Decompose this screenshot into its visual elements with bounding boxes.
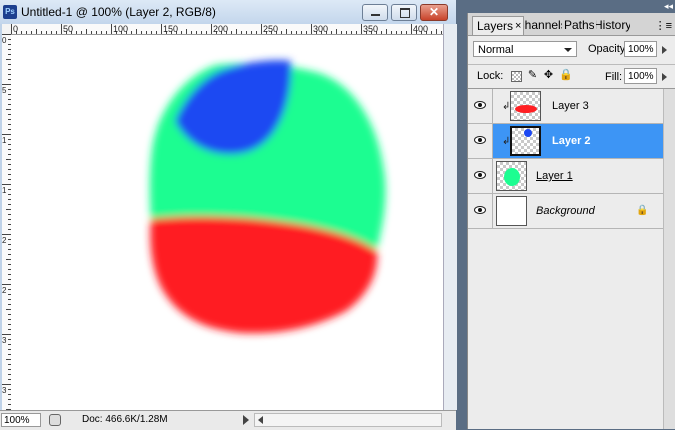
- document-title: Untitled-1 @ 100% (Layer 2, RGB/8): [21, 5, 216, 19]
- divider: [468, 64, 675, 65]
- ruler-label: 150: [163, 24, 178, 34]
- visibility-toggle[interactable]: [468, 159, 493, 193]
- layer-row-layer-2[interactable]: ↲ Layer 2: [468, 124, 663, 159]
- blend-mode-select[interactable]: Normal: [473, 41, 577, 57]
- ruler-label: 0: [2, 36, 7, 45]
- lock-icon: 🔒: [636, 205, 649, 216]
- tab-close-icon[interactable]: ×: [515, 17, 521, 35]
- ruler-label: 0: [13, 24, 18, 34]
- layer-name[interactable]: Background: [536, 205, 595, 217]
- ruler-label: 2: [2, 236, 7, 245]
- layer-name[interactable]: Layer 1: [536, 170, 573, 182]
- ruler-label: 1: [2, 136, 7, 145]
- ruler-label: 50: [63, 24, 73, 34]
- layer-3-thumbnail-art: [515, 105, 537, 113]
- panel-tab-strip: Layers × Channels Paths History ⋮≡: [468, 13, 675, 36]
- layer-thumbnail[interactable]: [496, 161, 527, 191]
- eye-icon: [474, 206, 486, 214]
- layer-thumbnail[interactable]: [496, 196, 527, 226]
- opacity-slider-arrow-icon[interactable]: [662, 46, 667, 54]
- eye-icon: [474, 171, 486, 179]
- minimize-button[interactable]: [362, 4, 388, 21]
- document-canvas[interactable]: [11, 35, 443, 410]
- lock-transparent-pixels-icon[interactable]: [511, 71, 522, 82]
- ruler-label: 350: [363, 24, 378, 34]
- ruler-label: 100: [113, 24, 128, 34]
- ruler-label: 5: [2, 86, 7, 95]
- fill-label: Fill:: [605, 71, 623, 83]
- ruler-label: 3: [2, 386, 7, 395]
- minimize-icon: [371, 14, 380, 16]
- ruler-label: 3: [2, 336, 7, 345]
- opacity-label: Opacity:: [588, 43, 629, 55]
- panel-dock-bar: ◂◂: [468, 0, 675, 13]
- vertical-ruler-ticks: 0 5 1 1 2 2 3 3: [2, 34, 11, 410]
- layers-panel: ◂◂ Layers × Channels Paths History ⋮≡ No…: [467, 0, 675, 429]
- layer-thumbnail[interactable]: [510, 126, 541, 156]
- fill-slider-arrow-icon[interactable]: [662, 73, 667, 81]
- layer-row-layer-3[interactable]: ↲ Layer 3: [468, 89, 663, 124]
- layer-1-thumbnail-art: [504, 168, 520, 186]
- document-vertical-scrollbar[interactable]: [443, 24, 457, 410]
- ruler-label: 250: [263, 24, 278, 34]
- photoshop-app-icon[interactable]: Ps: [3, 5, 17, 19]
- layer-name[interactable]: Layer 3: [552, 100, 589, 112]
- zoom-level-field[interactable]: 100%: [1, 413, 41, 427]
- status-menu-arrow-icon[interactable]: [243, 415, 249, 425]
- chevron-down-icon: [564, 48, 572, 52]
- layer-name[interactable]: Layer 2: [552, 135, 591, 147]
- ruler-label: 300: [313, 24, 328, 34]
- status-info-icon[interactable]: [49, 414, 61, 426]
- lock-image-pixels-icon[interactable]: ✎: [527, 69, 538, 81]
- visibility-toggle[interactable]: [468, 89, 493, 123]
- title-bar[interactable]: Ps Untitled-1 @ 100% (Layer 2, RGB/8) ✕: [0, 0, 456, 24]
- lock-all-icon[interactable]: 🔒: [559, 69, 573, 81]
- layer-list: ↲ Layer 3 ↲ Layer 2 Layer 1 Background 🔒: [468, 89, 663, 429]
- opacity-input[interactable]: 100%: [624, 41, 657, 57]
- eye-icon: [474, 101, 486, 109]
- layer-row-layer-1[interactable]: Layer 1: [468, 159, 663, 194]
- document-size-info: Doc: 466.6K/1.28M: [82, 414, 168, 425]
- close-button[interactable]: ✕: [420, 4, 448, 21]
- layer-list-scrollbar[interactable]: [663, 89, 675, 429]
- maximize-icon: [400, 8, 410, 18]
- ruler-label: 2: [2, 286, 7, 295]
- lock-label: Lock:: [477, 70, 504, 82]
- scroll-left-arrow-icon[interactable]: [258, 416, 263, 424]
- canvas-artwork: [149, 60, 386, 334]
- eye-icon: [474, 136, 486, 144]
- tab-history[interactable]: History: [596, 16, 630, 35]
- close-icon: ✕: [428, 5, 440, 19]
- lock-position-icon[interactable]: ✥: [543, 69, 554, 81]
- status-bar: 100% Doc: 466.6K/1.28M: [0, 410, 456, 430]
- horizontal-ruler-ticks: 0 50 100 150 200 250 300 350 400: [11, 24, 442, 34]
- layer-thumbnail[interactable]: [510, 91, 541, 121]
- tab-layers[interactable]: Layers ×: [472, 16, 524, 35]
- document-horizontal-scrollbar[interactable]: [254, 413, 442, 427]
- tab-paths[interactable]: Paths: [564, 16, 594, 35]
- panel-menu-icon[interactable]: ⋮≡: [655, 19, 672, 32]
- visibility-toggle[interactable]: [468, 124, 493, 158]
- maximize-button[interactable]: [391, 4, 417, 21]
- ruler-label: 1: [2, 186, 7, 195]
- blend-mode-value: Normal: [478, 44, 514, 56]
- visibility-toggle[interactable]: [468, 194, 493, 228]
- fill-input[interactable]: 100%: [624, 68, 657, 84]
- document-window: Ps Untitled-1 @ 100% (Layer 2, RGB/8) ✕ …: [0, 0, 457, 430]
- layer-row-background[interactable]: Background 🔒: [468, 194, 663, 229]
- collapse-panel-icon[interactable]: ◂◂: [664, 0, 673, 12]
- tab-channels[interactable]: Channels: [524, 16, 562, 35]
- ruler-label: 200: [213, 24, 228, 34]
- layer-2-thumbnail-art: [524, 129, 532, 137]
- tab-layers-label: Layers: [477, 19, 514, 33]
- horizontal-ruler[interactable]: 0 50 100 150 200 250 300 350 400: [11, 24, 443, 35]
- ruler-label: 400: [413, 24, 428, 34]
